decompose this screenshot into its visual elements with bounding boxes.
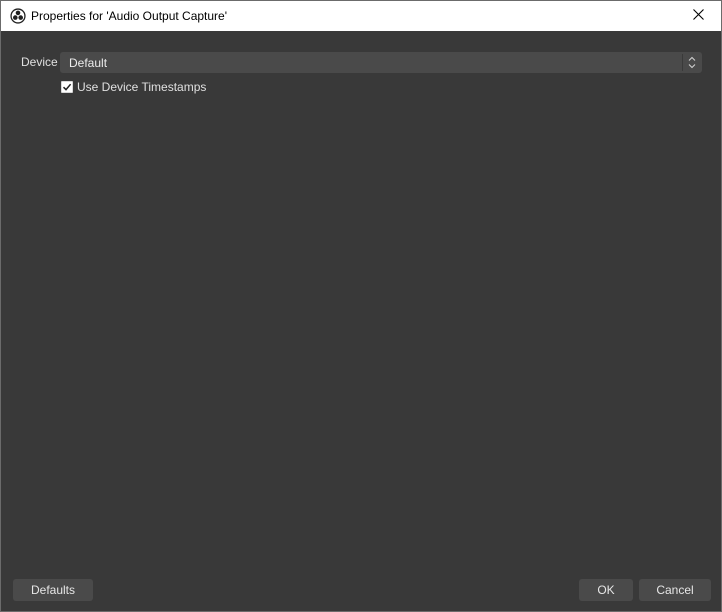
use-device-timestamps-label: Use Device Timestamps [77, 80, 207, 94]
window-title: Properties for 'Audio Output Capture' [31, 9, 228, 23]
checkmark-icon [62, 83, 72, 91]
device-select-value: Default [69, 56, 108, 70]
properties-panel: Device Default Use Device Timestamps Def… [1, 31, 721, 611]
device-select[interactable]: Default [60, 52, 702, 73]
select-divider [682, 54, 683, 71]
close-button[interactable] [675, 1, 721, 31]
ok-button[interactable]: OK [579, 579, 633, 601]
properties-dialog: Properties for 'Audio Output Capture' De… [0, 0, 722, 612]
close-icon [692, 9, 704, 23]
use-device-timestamps-option[interactable]: Use Device Timestamps [61, 80, 206, 94]
device-label: Device [21, 55, 58, 69]
updown-chevron-icon [686, 55, 698, 70]
cancel-button[interactable]: Cancel [639, 579, 711, 601]
title-bar: Properties for 'Audio Output Capture' [1, 1, 721, 31]
defaults-button[interactable]: Defaults [13, 579, 93, 601]
use-device-timestamps-checkbox[interactable] [61, 81, 73, 93]
obs-logo-icon [10, 8, 26, 24]
